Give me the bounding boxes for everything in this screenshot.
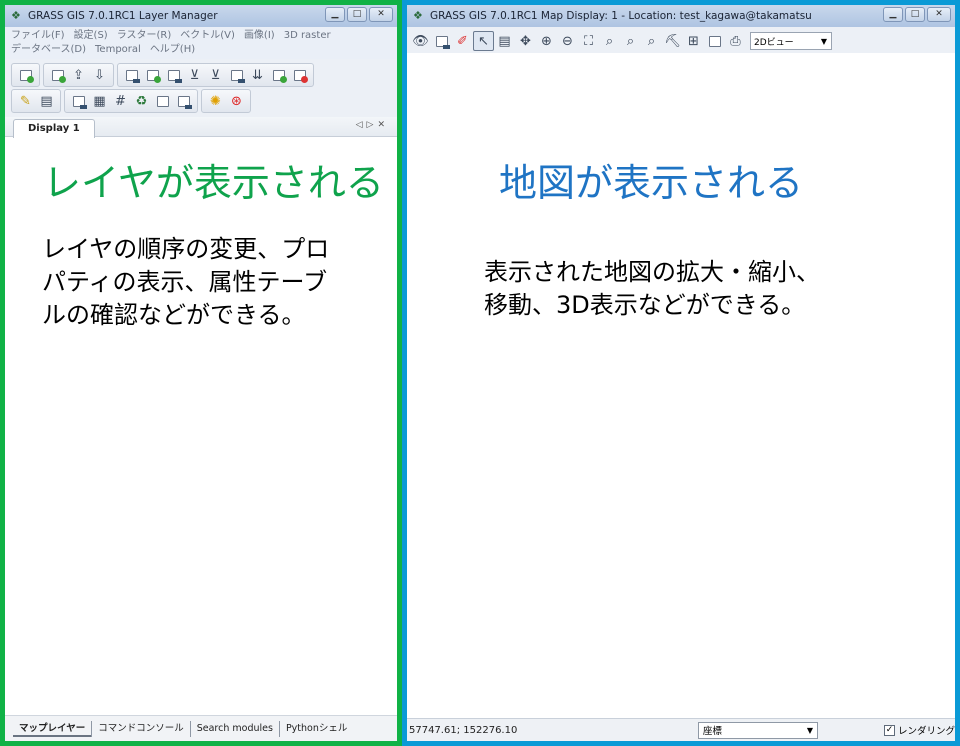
save-image-icon[interactable] bbox=[704, 31, 725, 51]
render-checkbox[interactable]: ✓ レンダリング bbox=[883, 723, 955, 737]
menu-imagery[interactable]: 画像(I) bbox=[244, 29, 275, 43]
maximize-button[interactable]: □ bbox=[905, 7, 925, 22]
maximize-button[interactable]: □ bbox=[347, 7, 367, 22]
layer-description-line: パティの表示、属性テーブ bbox=[42, 268, 328, 296]
import-icon[interactable]: ⇊ bbox=[247, 65, 268, 85]
map-description-line: 表示された地図の拡大・縮小、 bbox=[484, 258, 820, 286]
menu-file[interactable]: ファイル(F) bbox=[11, 29, 65, 43]
modeler-icon[interactable]: ♻ bbox=[131, 91, 152, 111]
tab-map-layers[interactable]: マップレイヤー bbox=[13, 721, 92, 737]
grass-app-icon: ❖ bbox=[413, 9, 423, 22]
pan-icon[interactable]: ✥ bbox=[515, 31, 536, 51]
print-icon[interactable]: ⎙ bbox=[725, 31, 746, 51]
add-misc-icon[interactable] bbox=[268, 65, 289, 85]
add-overlay-icon[interactable]: ⊻ bbox=[205, 65, 226, 85]
tab-nav-icons[interactable]: ◁▷✕ bbox=[356, 120, 389, 130]
status-mode-select[interactable]: 座標 ▼ bbox=[697, 721, 818, 739]
close-button[interactable]: ✕ bbox=[369, 7, 393, 22]
map-display-window: ❖ GRASS GIS 7.0.1RC1 Map Display: 1 - Lo… bbox=[402, 0, 960, 746]
grass-app-icon: ❖ bbox=[11, 9, 21, 22]
map-statusbar: 57747.61; 152276.10 座標 ▼ ✓ レンダリング bbox=[407, 718, 955, 741]
workspace-new-icon[interactable] bbox=[47, 65, 68, 85]
coordinates-readout: 57747.61; 152276.10 bbox=[409, 724, 518, 736]
zoom-back-icon[interactable]: ⌕ bbox=[599, 31, 620, 51]
layer-manager-frame: ❖ GRASS GIS 7.0.1RC1 Layer Manager ▁ □ ✕… bbox=[5, 5, 397, 741]
add-group-icon[interactable] bbox=[226, 65, 247, 85]
layer-manager-window: ❖ GRASS GIS 7.0.1RC1 Layer Manager ▁ □ ✕… bbox=[0, 0, 402, 746]
help-icon[interactable]: ⊛ bbox=[226, 91, 247, 111]
layer-toolbar: ⇪ ⇩ ⊻ ⊻ ⇊ ✎ ▤ ▦ # ♻ ✺ ⊛ bbox=[5, 59, 397, 117]
layer-description: レイヤの順序の変更、プロ パティの表示、属性テーブ ルの確認などができる。 bbox=[42, 233, 329, 332]
nviz-icon[interactable] bbox=[173, 91, 194, 111]
zoom-region-icon[interactable]: ⌕ bbox=[641, 31, 662, 51]
layer-manager-titlebar[interactable]: ❖ GRASS GIS 7.0.1RC1 Layer Manager ▁ □ ✕ bbox=[5, 5, 397, 27]
query-icon[interactable]: ▤ bbox=[494, 31, 515, 51]
workspace-save-icon[interactable]: ⇩ bbox=[89, 65, 110, 85]
zoom-menu-icon[interactable]: ⌕ bbox=[620, 31, 641, 51]
menu-settings[interactable]: 設定(S) bbox=[74, 29, 108, 43]
zoom-extent-icon[interactable]: ⛶ bbox=[578, 31, 599, 51]
georectify-icon[interactable] bbox=[68, 91, 89, 111]
new-display-icon[interactable] bbox=[15, 65, 36, 85]
map-heading: 地図が表示される bbox=[499, 161, 804, 205]
decoration-icon[interactable]: ⊞ bbox=[683, 31, 704, 51]
checkbox-checked-icon[interactable]: ✓ bbox=[883, 724, 895, 736]
add-raster-icon[interactable] bbox=[121, 65, 142, 85]
map-description-line: 移動、3D表示などができる。 bbox=[484, 291, 806, 319]
chevron-down-icon: ▼ bbox=[820, 36, 827, 46]
close-button[interactable]: ✕ bbox=[927, 7, 951, 22]
edit-vector-icon[interactable]: ✎ bbox=[15, 91, 36, 111]
menu-vector[interactable]: ベクトル(V) bbox=[180, 29, 235, 43]
layer-description-line: ルの確認などができる。 bbox=[42, 301, 306, 329]
attribute-table-icon[interactable]: ▤ bbox=[36, 91, 57, 111]
map-display-title: GRASS GIS 7.0.1RC1 Map Display: 1 - Loca… bbox=[430, 10, 812, 22]
map-description: 表示された地図の拡大・縮小、 移動、3D表示などができる。 bbox=[484, 256, 820, 322]
status-mode-value: 座標 bbox=[702, 726, 722, 737]
display-tabstrip: Display 1 ◁▷✕ bbox=[5, 117, 397, 138]
tab-command-console[interactable]: コマンドコンソール bbox=[91, 720, 190, 737]
tab-display-1[interactable]: Display 1 bbox=[13, 119, 95, 138]
map-toolbar: 👁 ✐ ↖ ▤ ✥ ⊕ ⊖ ⛶ ⌕ ⌕ ⌕ ⛏ ⊞ ⎙ 2Dビュー ▼ bbox=[407, 27, 955, 53]
analyze-icon[interactable]: ⛏ bbox=[662, 31, 683, 51]
layer-manager-bottom-tabs: マップレイヤー コマンドコンソール Search modules Pythonシ… bbox=[5, 715, 397, 741]
zoom-in-icon[interactable]: ⊕ bbox=[536, 31, 557, 51]
remove-layer-icon[interactable] bbox=[289, 65, 310, 85]
minimize-button[interactable]: ▁ bbox=[325, 7, 345, 22]
workspace-open-icon[interactable]: ⇪ bbox=[68, 65, 89, 85]
map-calc-icon[interactable]: ▦ bbox=[89, 91, 110, 111]
add-multiple-raster-icon[interactable] bbox=[142, 65, 163, 85]
chevron-down-icon: ▼ bbox=[806, 725, 813, 735]
render-label: レンダリング bbox=[897, 726, 955, 737]
view-mode-select[interactable]: 2Dビュー ▼ bbox=[750, 32, 832, 50]
menubar: ファイル(F) 設定(S) ラスター(R) ベクトル(V) 画像(I) 3D r… bbox=[5, 27, 397, 59]
tab-python-shell[interactable]: Pythonシェル bbox=[278, 720, 353, 737]
menu-database[interactable]: データベース(D) bbox=[11, 43, 86, 57]
view-mode-value: 2Dビュー bbox=[754, 37, 794, 48]
render-icon[interactable] bbox=[431, 31, 452, 51]
add-multiple-vector-icon[interactable]: ⊻ bbox=[184, 65, 205, 85]
layer-description-line: レイヤの順序の変更、プロ bbox=[42, 235, 330, 263]
pointer-icon[interactable]: ↖ bbox=[473, 31, 494, 51]
display-icon[interactable]: 👁 bbox=[410, 31, 431, 51]
menu-3d-raster[interactable]: 3D raster bbox=[284, 29, 331, 43]
layer-heading: レイヤが表示される bbox=[43, 161, 384, 205]
gcp-icon[interactable] bbox=[152, 91, 173, 111]
zoom-out-icon[interactable]: ⊖ bbox=[557, 31, 578, 51]
map-display-frame: ❖ GRASS GIS 7.0.1RC1 Map Display: 1 - Lo… bbox=[407, 5, 955, 741]
erase-icon[interactable]: ✐ bbox=[452, 31, 473, 51]
settings-icon[interactable]: ✺ bbox=[205, 91, 226, 111]
add-vector-icon[interactable] bbox=[163, 65, 184, 85]
menu-help[interactable]: ヘルプ(H) bbox=[150, 43, 195, 57]
menu-raster[interactable]: ラスター(R) bbox=[117, 29, 172, 43]
map-display-titlebar[interactable]: ❖ GRASS GIS 7.0.1RC1 Map Display: 1 - Lo… bbox=[407, 5, 955, 27]
layer-manager-title: GRASS GIS 7.0.1RC1 Layer Manager bbox=[28, 10, 218, 22]
minimize-button[interactable]: ▁ bbox=[883, 7, 903, 22]
tab-search-modules[interactable]: Search modules bbox=[189, 720, 279, 737]
grid-icon[interactable]: # bbox=[110, 91, 131, 111]
menu-temporal[interactable]: Temporal bbox=[95, 43, 141, 57]
